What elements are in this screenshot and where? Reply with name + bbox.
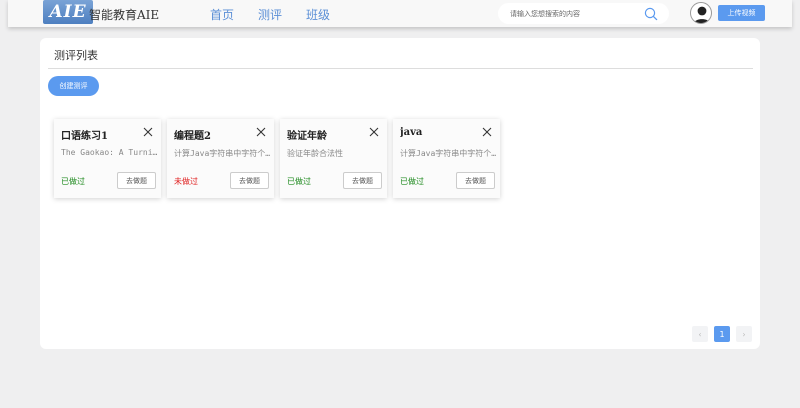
search-icon[interactable] xyxy=(644,7,658,21)
status-badge: 已做过 xyxy=(400,177,424,186)
status-badge: 已做过 xyxy=(61,177,85,186)
close-icon[interactable] xyxy=(142,126,154,138)
nav-class[interactable]: 班级 xyxy=(306,6,330,23)
pagination-page-1[interactable]: 1 xyxy=(714,326,730,342)
divider xyxy=(48,68,753,69)
logo-badge[interactable]: AIE xyxy=(43,0,93,24)
status-badge: 已做过 xyxy=(287,177,311,186)
assessment-card: 口语练习1 The Gaokao: A Turning Point 已做过 去做… xyxy=(54,119,161,198)
search-input[interactable] xyxy=(510,7,640,20)
close-icon[interactable] xyxy=(481,126,493,138)
assessment-list-panel: 测评列表 创建测评 口语练习1 The Gaokao: A Turning Po… xyxy=(40,38,760,349)
status-badge: 未做过 xyxy=(174,177,198,186)
card-description: The Gaokao: A Turning Point xyxy=(61,148,158,157)
assessment-card: 编程题2 计算Java字符串中字符个数 未做过 去做题 xyxy=(167,119,274,198)
do-exercise-button[interactable]: 去做题 xyxy=(117,172,156,189)
card-title: 验证年龄 xyxy=(287,131,327,142)
page-title: 测评列表 xyxy=(54,49,98,62)
card-description: 验证年龄合法性 xyxy=(287,149,343,158)
card-title: 编程题2 xyxy=(174,131,211,142)
top-navigation-bar: AIE 智能教育AIE 首页 测评 班级 上传视频 xyxy=(8,0,792,27)
upload-video-button[interactable]: 上传视频 xyxy=(718,5,765,21)
close-icon[interactable] xyxy=(255,126,267,138)
logo-text[interactable]: 智能教育AIE xyxy=(89,6,159,23)
card-title: java xyxy=(400,127,423,138)
assessment-card: 验证年龄 验证年龄合法性 已做过 去做题 xyxy=(280,119,387,198)
do-exercise-button[interactable]: 去做题 xyxy=(343,172,382,189)
pagination-prev-button[interactable]: ‹ xyxy=(692,326,708,342)
user-avatar-icon[interactable] xyxy=(690,2,712,24)
do-exercise-button[interactable]: 去做题 xyxy=(230,172,269,189)
pagination-next-button[interactable]: › xyxy=(736,326,752,342)
card-title: 口语练习1 xyxy=(61,131,108,142)
assessment-card: java 计算Java字符串中字符个数 已做过 去做题 xyxy=(393,119,500,198)
do-exercise-button[interactable]: 去做题 xyxy=(456,172,495,189)
card-description: 计算Java字符串中字符个数 xyxy=(174,149,271,158)
close-icon[interactable] xyxy=(368,126,380,138)
nav-home[interactable]: 首页 xyxy=(210,6,234,23)
search-box xyxy=(498,3,669,24)
create-assessment-button[interactable]: 创建测评 xyxy=(48,76,99,96)
nav-assessment[interactable]: 测评 xyxy=(258,6,282,23)
card-description: 计算Java字符串中字符个数 xyxy=(400,149,497,158)
